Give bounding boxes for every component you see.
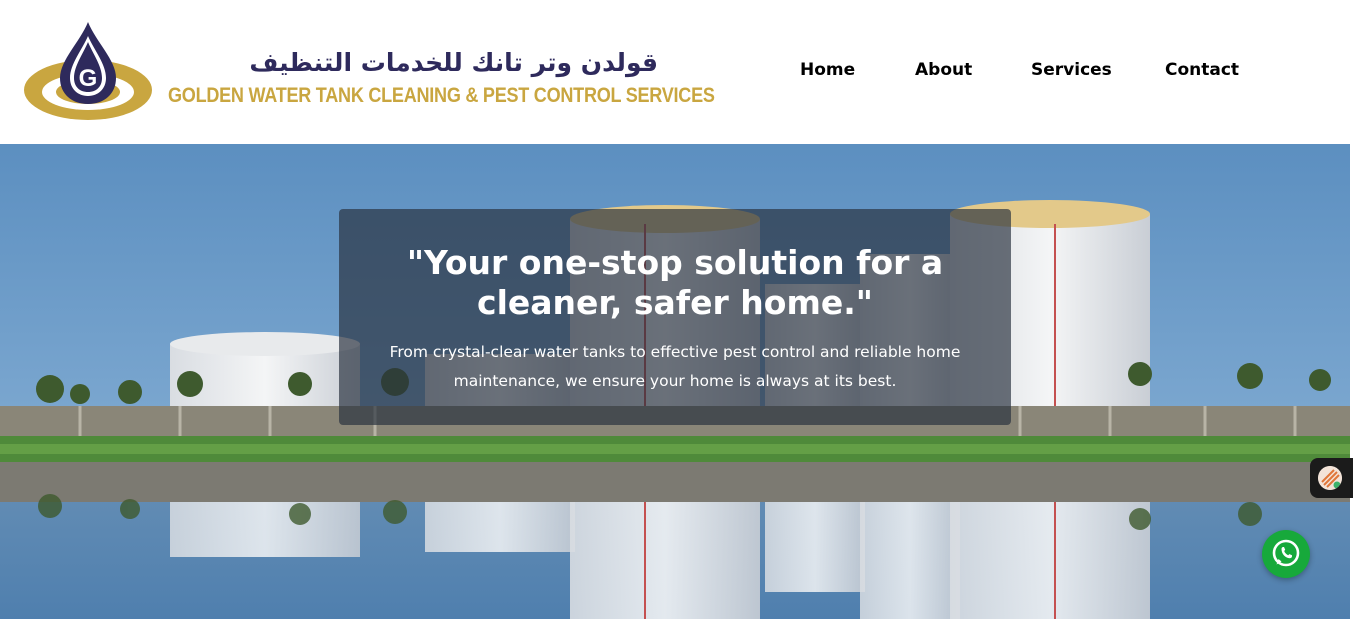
whatsapp-icon xyxy=(1272,539,1300,567)
side-chat-widget[interactable] xyxy=(1310,458,1353,498)
nav-services-link[interactable]: Services xyxy=(1031,60,1112,80)
hero-title: "Your one-stop solution for a cleaner, s… xyxy=(406,243,944,322)
hero-subtitle: From crystal-clear water tanks to effect… xyxy=(389,343,961,390)
nav-about-link[interactable]: About xyxy=(915,60,972,80)
hero-section: "Your one-stop solution for a cleaner, s… xyxy=(0,144,1350,619)
nav-contact-link[interactable]: Contact xyxy=(1165,60,1239,80)
whatsapp-button[interactable] xyxy=(1262,530,1310,578)
site-header: G قولدن وتر تانك للخدمات التنظيف GOLDEN … xyxy=(0,0,1353,144)
chat-avatar-icon xyxy=(1318,466,1342,490)
hero-text-overlay: "Your one-stop solution for a cleaner, s… xyxy=(339,209,1011,425)
main-nav: Home About Services Contact xyxy=(0,60,1353,90)
nav-home-link[interactable]: Home xyxy=(800,60,855,80)
